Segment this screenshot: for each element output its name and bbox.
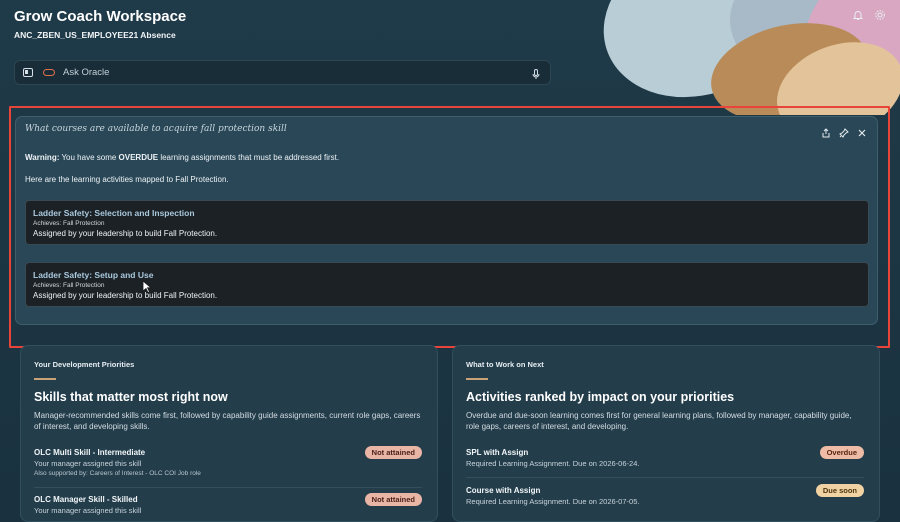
activity-name[interactable]: Course with Assign: [466, 486, 864, 495]
skill-name[interactable]: OLC Manager Skill - Skilled: [34, 495, 422, 504]
skill-row[interactable]: OLC Manager Skill - Skilled Your manager…: [34, 493, 422, 515]
status-badge: Not attained: [364, 493, 422, 506]
activity-due: Required Learning Assignment. Due on 202…: [466, 497, 640, 506]
card-label: Your Development Priorities: [34, 360, 135, 369]
skill-source: Your manager assigned this skill: [34, 459, 142, 468]
accent-rule: [466, 378, 488, 380]
bell-icon[interactable]: [852, 8, 864, 20]
status-badge: Overdue: [819, 446, 864, 459]
work-next-card: What to Work on Next Activities ranked b…: [452, 345, 880, 522]
skill-row[interactable]: OLC Multi Skill - Intermediate Your mana…: [34, 446, 422, 488]
gear-icon[interactable]: [874, 8, 886, 20]
side-panel-icon[interactable]: [23, 68, 33, 77]
activity-due: Required Learning Assignment. Due on 202…: [466, 459, 640, 468]
ask-oracle-input[interactable]: Ask Oracle: [63, 67, 530, 78]
status-badge: Not attained: [364, 446, 422, 459]
card-label: What to Work on Next: [466, 360, 544, 369]
row-divider: [466, 477, 864, 478]
status-badge: Due soon: [815, 484, 864, 497]
highlight-frame: [9, 106, 890, 348]
workspace-title: Grow Coach Workspace: [14, 8, 187, 25]
skill-name[interactable]: OLC Multi Skill - Intermediate: [34, 448, 422, 457]
ask-oracle-bar[interactable]: Ask Oracle: [14, 60, 551, 85]
oracle-logo-icon: [43, 69, 55, 76]
card-description: Manager-recommended skills come first, f…: [34, 411, 421, 431]
activity-row[interactable]: Course with Assign Required Learning Ass…: [466, 484, 864, 506]
workspace-subtitle: ANC_ZBEN_US_EMPLOYEE21 Absence: [14, 30, 176, 40]
activity-name[interactable]: SPL with Assign: [466, 448, 864, 457]
skill-source: Your manager assigned this skill: [34, 506, 142, 515]
card-heading: Activities ranked by impact on your prio…: [466, 390, 735, 404]
mouse-cursor-icon: [142, 280, 152, 294]
microphone-icon[interactable]: [530, 67, 542, 79]
top-actions: [852, 8, 886, 20]
accent-rule: [34, 378, 56, 380]
development-priorities-card: Your Development Priorities Skills that …: [20, 345, 438, 522]
card-heading: Skills that matter most right now: [34, 390, 228, 404]
skill-support: Also supported by: Careers of Interest -…: [34, 470, 201, 477]
row-divider: [34, 487, 422, 488]
activity-row[interactable]: SPL with Assign Required Learning Assign…: [466, 446, 864, 478]
card-description: Overdue and due-soon learning comes firs…: [466, 411, 852, 431]
